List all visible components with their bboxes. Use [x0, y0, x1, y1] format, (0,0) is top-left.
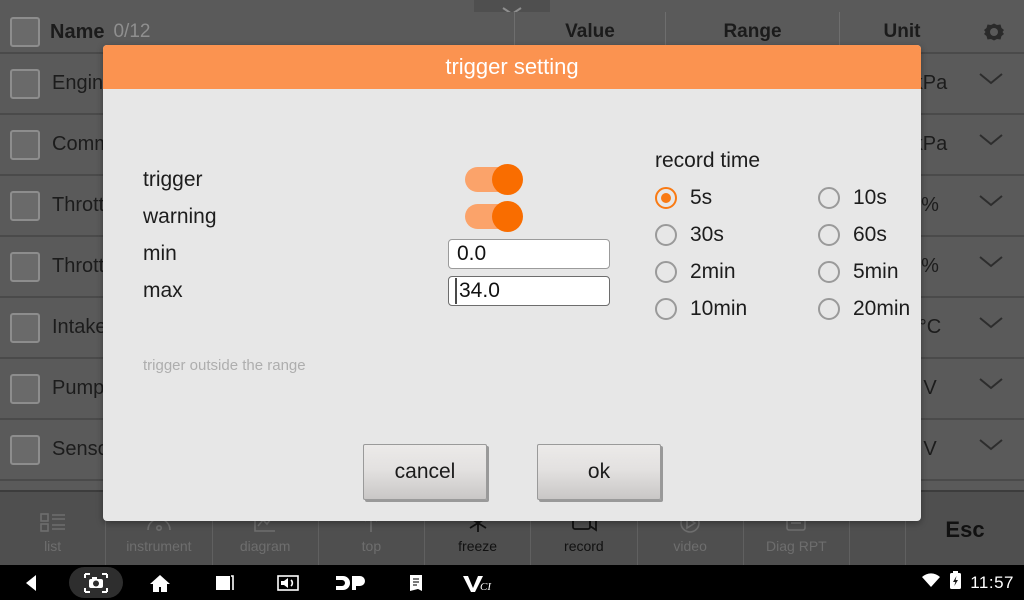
chevron-down-icon[interactable]: [978, 316, 1004, 335]
radio-icon: [818, 223, 840, 246]
record-time-option-30s[interactable]: 30s: [655, 222, 818, 247]
record-time-label: record time: [655, 149, 761, 172]
svg-text:CI: CI: [480, 581, 492, 593]
row-checkbox[interactable]: [10, 68, 40, 99]
text-caret: [455, 277, 457, 304]
max-label: max: [143, 278, 183, 302]
radio-icon: [818, 186, 840, 209]
record-time-option-10s[interactable]: 10s: [818, 185, 921, 210]
min-row: min 0.0: [143, 235, 610, 272]
radio-icon: [655, 297, 677, 320]
dialog-left-column: trigger warning min 0.0 max 34.0: [143, 161, 610, 309]
trigger-row: trigger: [143, 161, 523, 198]
radio-icon: [818, 260, 840, 283]
option-label: 5min: [853, 259, 899, 283]
row-checkbox[interactable]: [10, 251, 40, 282]
header-selected-count: 0/12: [113, 21, 151, 42]
toolbar-label: list: [44, 538, 62, 554]
chevron-down-icon[interactable]: [978, 72, 1004, 91]
record-time-option-20min[interactable]: 20min: [818, 296, 921, 321]
max-row: max 34.0: [143, 272, 610, 309]
option-label: 5s: [690, 185, 713, 209]
recents-icon[interactable]: [192, 565, 256, 600]
min-value: 0.0: [457, 241, 487, 265]
row-checkbox[interactable]: [10, 373, 40, 404]
row-checkbox[interactable]: [10, 190, 40, 221]
screen: Name 0/12 Value Range Unit Engine kPa Co…: [0, 0, 1024, 600]
toggle-knob: [492, 164, 523, 195]
home-icon[interactable]: [128, 565, 192, 600]
chevron-down-icon[interactable]: [978, 194, 1004, 213]
header-name: Name: [50, 20, 105, 43]
radio-icon: [655, 186, 677, 209]
record-time-option-10min[interactable]: 10min: [655, 296, 818, 321]
row-checkbox[interactable]: [10, 434, 40, 465]
range-hint: trigger outside the range: [143, 357, 306, 374]
radio-icon: [818, 297, 840, 320]
clock: 11:57: [970, 572, 1014, 592]
radio-icon: [655, 223, 677, 246]
manual-book-icon[interactable]: [384, 565, 448, 600]
toolbar-label: record: [564, 538, 604, 554]
chevron-down-icon[interactable]: [978, 255, 1004, 274]
android-navigation-bar: CI 11:57: [0, 565, 1024, 600]
max-input[interactable]: 34.0: [448, 275, 610, 306]
toolbar-label: Diag RPT: [766, 538, 827, 554]
trigger-label: trigger: [143, 167, 203, 191]
option-label: 10min: [690, 296, 748, 320]
dialog-buttons: cancel ok: [363, 444, 661, 500]
gear-icon[interactable]: [964, 19, 1024, 45]
toolbar-label: top: [361, 538, 382, 554]
min-label: min: [143, 241, 177, 265]
chevron-down-icon[interactable]: [978, 133, 1004, 152]
trigger-toggle[interactable]: [465, 164, 523, 195]
record-time-option-2min[interactable]: 2min: [655, 259, 818, 284]
toggle-knob: [492, 201, 523, 232]
toolbar-label: diagram: [239, 538, 291, 554]
record-time-option-60s[interactable]: 60s: [818, 222, 921, 247]
esc-label: Esc: [945, 516, 985, 542]
option-label: 30s: [690, 222, 724, 246]
volume-icon[interactable]: [256, 565, 320, 600]
toolbar-label: instrument: [126, 538, 192, 554]
screenshot-camera-icon[interactable]: [64, 565, 128, 600]
warning-row: warning: [143, 198, 523, 235]
chevron-down-icon[interactable]: [978, 377, 1004, 396]
option-label: 60s: [853, 222, 887, 246]
option-label: 10s: [853, 185, 887, 209]
vci-logo-icon[interactable]: CI: [448, 565, 512, 600]
select-all-checkbox[interactable]: [10, 17, 40, 47]
record-time-option-5min[interactable]: 5min: [818, 259, 921, 284]
record-time-options: 5s 10s 30s 60s 2min 5min 10min 20min: [655, 185, 921, 321]
back-icon[interactable]: [0, 565, 64, 600]
esc-button[interactable]: Esc: [906, 492, 1024, 567]
chevron-down-icon[interactable]: [978, 438, 1004, 457]
option-label: 20min: [853, 296, 911, 320]
toolbar-label: freeze: [458, 538, 498, 554]
ok-button[interactable]: ok: [537, 444, 661, 500]
toolbar-label: video: [673, 538, 707, 554]
warning-toggle[interactable]: [465, 201, 523, 232]
battery-charging-icon: [949, 570, 962, 595]
trigger-setting-dialog: trigger setting trigger warning min 0.0: [103, 45, 921, 521]
dp-logo-icon[interactable]: [320, 565, 384, 600]
record-time-section: record time 5s 10s 30s 60s 2min 5min 10m…: [655, 149, 921, 321]
cancel-button[interactable]: cancel: [363, 444, 487, 500]
wifi-icon: [921, 572, 941, 593]
min-input[interactable]: 0.0: [448, 238, 610, 269]
row-checkbox[interactable]: [10, 312, 40, 343]
warning-label: warning: [143, 204, 217, 228]
list-icon: [39, 505, 67, 535]
option-label: 2min: [690, 259, 736, 283]
row-checkbox[interactable]: [10, 129, 40, 160]
radio-icon: [655, 260, 677, 283]
toolbar-item-list[interactable]: list: [0, 492, 107, 567]
max-value: 34.0: [459, 278, 500, 302]
dialog-title: trigger setting: [103, 45, 921, 89]
record-time-option-5s[interactable]: 5s: [655, 185, 818, 210]
